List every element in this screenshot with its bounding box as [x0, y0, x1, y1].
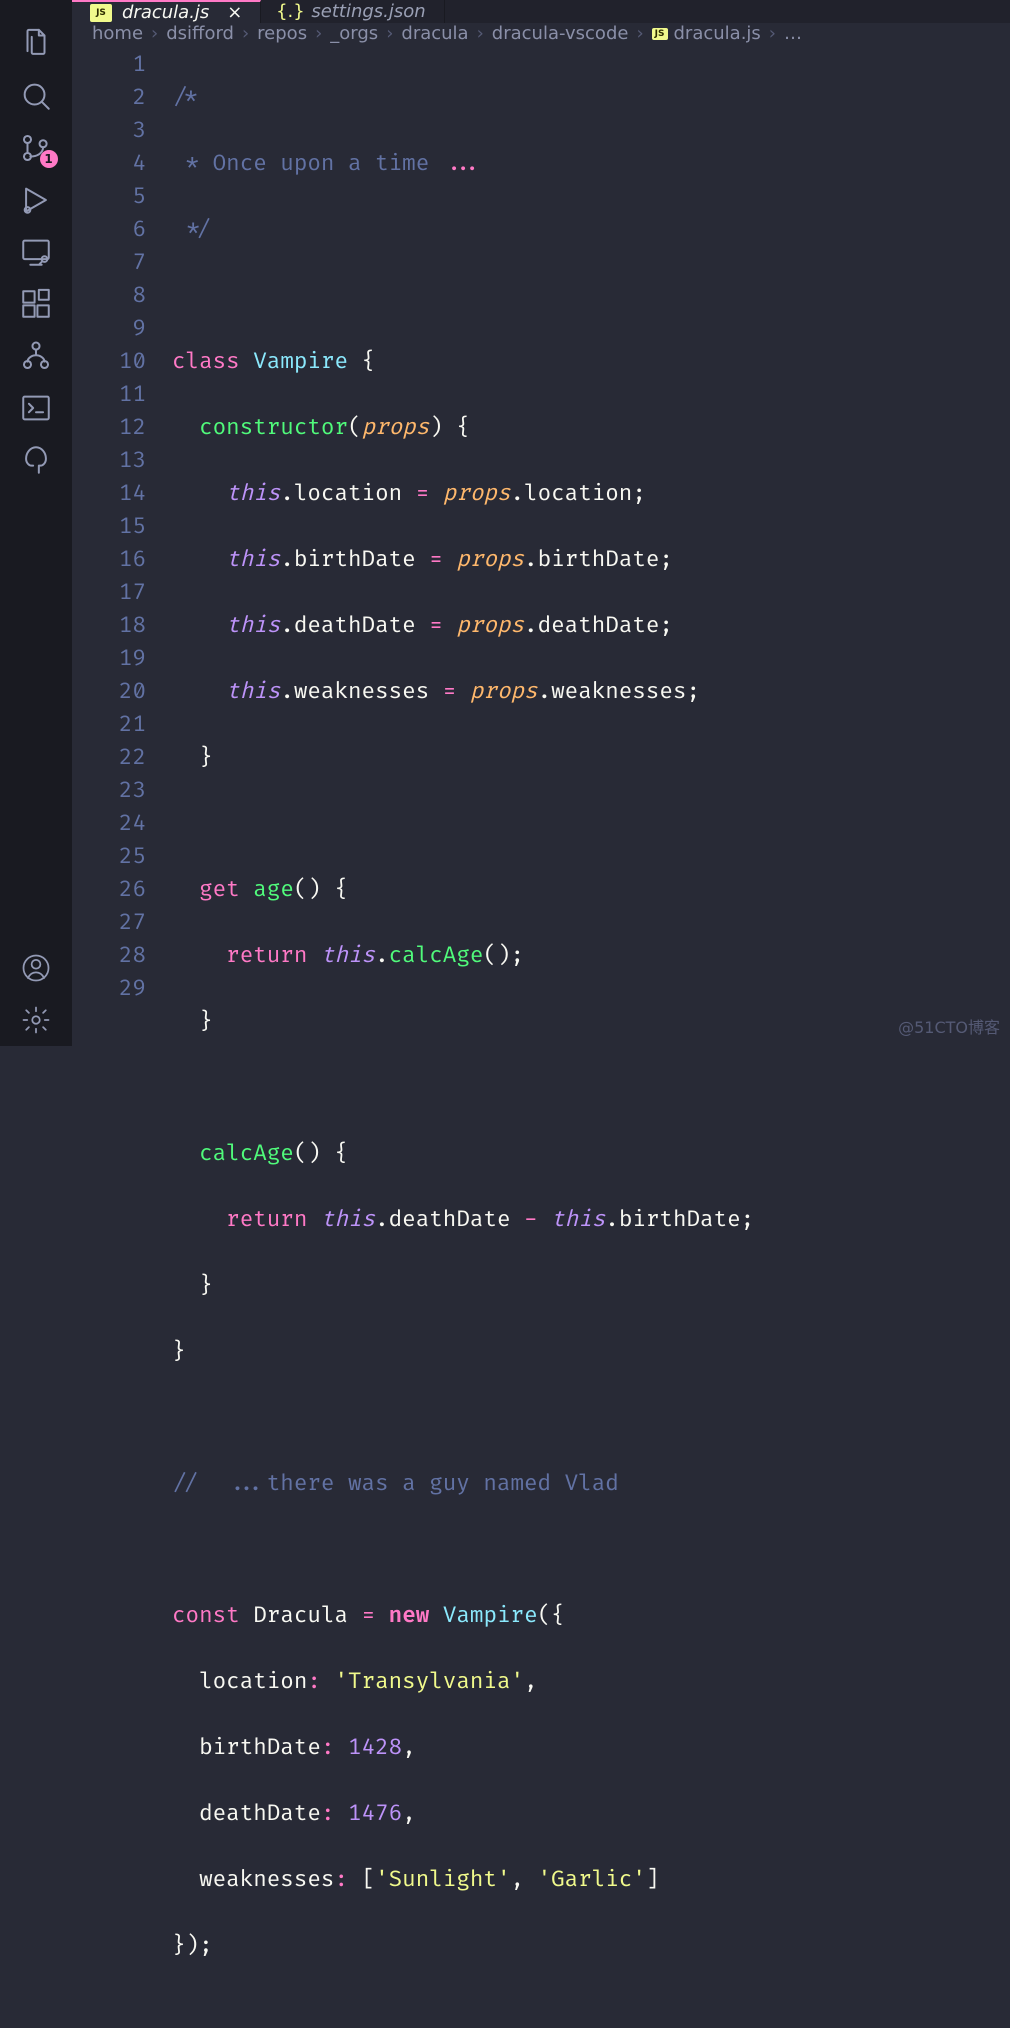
tab-settings-json[interactable]: {.} settings.json	[261, 0, 444, 23]
crumb-orgs[interactable]: _orgs	[330, 23, 378, 44]
js-file-icon: JS	[90, 4, 112, 22]
search-icon[interactable]	[0, 70, 72, 122]
tab-bar: JS dracula.js × {.} settings.json	[72, 0, 1010, 23]
line-numbers: 1234567891011121314151617181920212223242…	[72, 48, 172, 2028]
remote-icon[interactable]	[0, 226, 72, 278]
code-content[interactable]: /* * Once upon a time ... */ class Vampi…	[172, 48, 1010, 2028]
crumb-user[interactable]: dsifford	[166, 23, 234, 44]
scm-badge: 1	[40, 150, 58, 168]
crumb-dracula[interactable]: dracula	[401, 23, 468, 44]
crumb-repo[interactable]: dracula-vscode	[492, 23, 629, 44]
settings-gear-icon[interactable]	[0, 994, 72, 1046]
source-control-icon[interactable]: 1	[0, 122, 72, 174]
crumb-file[interactable]: JSdracula.js	[652, 23, 761, 44]
breadcrumb[interactable]: home› dsifford› repos› _orgs› dracula› d…	[72, 23, 1010, 44]
json-file-icon: {.}	[279, 3, 301, 21]
git-graph-icon[interactable]	[0, 330, 72, 382]
extensions-icon[interactable]	[0, 278, 72, 330]
tab-label: dracula.js	[122, 2, 209, 23]
crumb-repos[interactable]: repos	[257, 23, 307, 44]
crumb-tail[interactable]: …	[784, 23, 802, 44]
account-icon[interactable]	[0, 942, 72, 994]
terminal-icon[interactable]	[0, 382, 72, 434]
code-editor[interactable]: 1234567891011121314151617181920212223242…	[72, 44, 1010, 2028]
crumb-home[interactable]: home	[92, 23, 143, 44]
tree-icon[interactable]	[0, 434, 72, 486]
editor-group: JS dracula.js × {.} settings.json home› …	[72, 0, 1010, 1046]
explorer-icon[interactable]	[0, 18, 72, 70]
tab-dracula-js[interactable]: JS dracula.js ×	[72, 0, 261, 23]
tab-label: settings.json	[311, 1, 425, 22]
close-icon[interactable]: ×	[227, 2, 242, 23]
watermark: @51CTO博客	[898, 1014, 1000, 1038]
run-debug-icon[interactable]	[0, 174, 72, 226]
activity-bar: 1	[0, 0, 72, 1046]
